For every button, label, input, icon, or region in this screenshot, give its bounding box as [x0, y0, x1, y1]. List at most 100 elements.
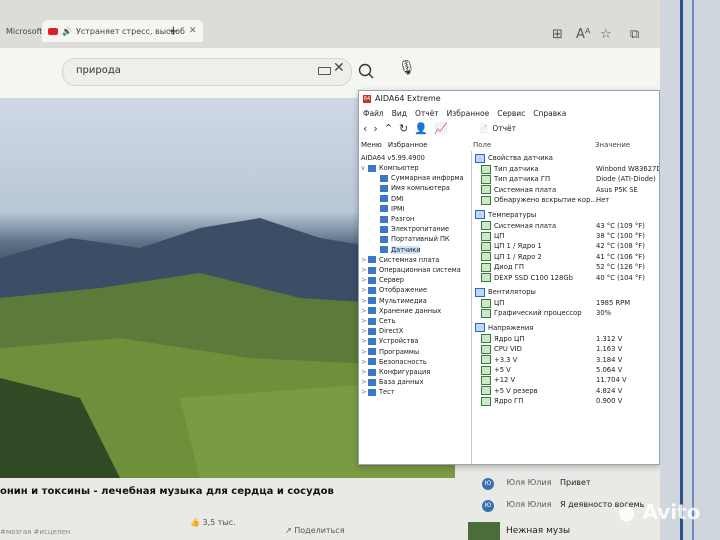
keyboard-icon[interactable] — [318, 67, 331, 75]
column-field[interactable]: Поле — [473, 141, 491, 149]
sensor-row[interactable]: ЦП 1 / Ядро 1 — [481, 241, 542, 251]
tab-favorites[interactable]: Избранное — [388, 141, 428, 149]
expand-icon[interactable]: > — [361, 306, 368, 316]
tree-item[interactable]: Суммарная информа — [373, 173, 464, 183]
like-button[interactable]: 👍 3,5 тыс. — [190, 518, 236, 527]
menu-file[interactable]: Файл — [363, 109, 384, 118]
menu-service[interactable]: Сервис — [497, 109, 525, 118]
tree-item[interactable]: > Мультимедиа — [361, 296, 427, 306]
section-header[interactable]: Вентиляторы — [475, 287, 536, 297]
tree-item[interactable]: > Отображение — [361, 285, 427, 295]
user-icon[interactable]: 👤 — [414, 122, 428, 135]
favorite-icon[interactable]: ☆ — [600, 27, 612, 42]
sensor-row[interactable]: Тип датчика ГП — [481, 174, 550, 184]
sensor-row[interactable]: ЦП — [481, 231, 504, 241]
menu-favorites[interactable]: Избранное — [447, 109, 490, 118]
sensor-row[interactable]: DEXP SSD C100 128Gb — [481, 273, 573, 283]
tree-root[interactable]: AIDA64 v5.99.4900 — [361, 153, 425, 163]
section-header[interactable]: Напряжения — [475, 323, 533, 333]
tree-item[interactable]: Имя компьютера — [373, 183, 450, 193]
microphone-icon[interactable]: 🎙 — [398, 60, 416, 76]
expand-icon[interactable]: > — [361, 367, 368, 377]
tree-item[interactable]: IPMI — [373, 204, 405, 214]
sensor-row[interactable]: Системная плата — [481, 185, 556, 195]
tree-item[interactable]: > Операционная система — [361, 265, 461, 275]
expand-icon[interactable]: > — [361, 285, 368, 295]
hashtags[interactable]: #мозгая #исцелен — [0, 528, 70, 536]
tree-item[interactable]: > DirectX — [361, 326, 403, 336]
tree-item[interactable]: > Безопасность — [361, 357, 427, 367]
tree-item[interactable]: > Устройства — [361, 336, 418, 346]
tree-item-label: Безопасность — [379, 357, 427, 366]
expand-icon[interactable]: > — [361, 357, 368, 367]
section-header[interactable]: Свойства датчика — [475, 153, 553, 163]
tree-item[interactable]: > Системная плата — [361, 255, 439, 265]
tab-menu[interactable]: Меню — [361, 141, 382, 149]
tree-item[interactable]: > Сеть — [361, 316, 395, 326]
sensor-row[interactable]: ЦП 1 / Ядро 2 — [481, 252, 542, 262]
tree-item[interactable]: > Сервер — [361, 275, 404, 285]
report-button[interactable]: 📄 Отчёт — [479, 124, 516, 133]
sensor-row[interactable]: +5 V — [481, 365, 511, 375]
sensor-row[interactable]: Обнаружено вскрытие кор... — [481, 195, 597, 205]
sensor-row[interactable]: Тип датчика — [481, 164, 539, 174]
tree-item[interactable]: DMI — [373, 194, 404, 204]
search-icon[interactable] — [352, 58, 380, 84]
expand-icon[interactable]: > — [361, 377, 368, 387]
new-tab-button[interactable]: + — [162, 20, 185, 42]
tree-item[interactable]: > Программы — [361, 347, 419, 357]
share-button[interactable]: ↗ Поделиться — [285, 526, 345, 535]
clear-search-icon[interactable]: ✕ — [333, 60, 345, 76]
menu-help[interactable]: Справка — [533, 109, 566, 118]
expand-icon[interactable]: > — [361, 265, 368, 275]
tree-item[interactable]: Разгон — [373, 214, 414, 224]
column-value[interactable]: Значение — [595, 141, 630, 149]
sensor-row[interactable]: Системная плата — [481, 221, 556, 231]
close-icon[interactable]: ✕ — [189, 26, 197, 36]
sensor-icon — [481, 396, 491, 406]
menu-view[interactable]: Вид — [392, 109, 407, 118]
sensor-row[interactable]: +12 V — [481, 375, 515, 385]
forward-icon[interactable]: › — [373, 122, 377, 135]
next-video-thumbnail[interactable] — [468, 522, 500, 540]
sensor-row[interactable]: Ядро ГП — [481, 396, 523, 406]
expand-icon[interactable]: v — [361, 163, 368, 173]
expand-icon[interactable]: > — [361, 275, 368, 285]
sensor-row[interactable]: Ядро ЦП — [481, 334, 524, 344]
sensor-row[interactable]: CPU VID — [481, 344, 522, 354]
tree-item[interactable]: > Конфигурация — [361, 367, 430, 377]
tree-item[interactable]: > База данных — [361, 377, 424, 387]
sensor-row[interactable]: ЦП — [481, 298, 504, 308]
expand-icon[interactable]: > — [361, 255, 368, 265]
section-header[interactable]: Температуры — [475, 210, 536, 220]
sensor-row[interactable]: Диод ГП — [481, 262, 524, 272]
grid-icon[interactable]: ⊞ — [552, 27, 563, 42]
window-titlebar[interactable]: 64 AIDA64 Extreme — [359, 91, 659, 106]
menu-report[interactable]: Отчёт — [415, 109, 439, 118]
tree-item[interactable]: Датчики — [373, 245, 421, 255]
refresh-icon[interactable]: ↻ — [399, 122, 408, 135]
expand-icon[interactable]: > — [361, 296, 368, 306]
video-title[interactable]: онин и токсины - лечебная музыка для сер… — [0, 486, 334, 497]
sensor-row[interactable]: +5 V резерв — [481, 386, 538, 396]
read-aloud-icon[interactable]: Aᴬ — [576, 27, 591, 42]
next-video-title[interactable]: Нежная музы — [506, 526, 570, 536]
sensor-row[interactable]: +3.3 V — [481, 355, 517, 365]
expand-icon[interactable]: > — [361, 336, 368, 346]
expand-icon[interactable]: > — [361, 347, 368, 357]
expand-icon[interactable]: > — [361, 316, 368, 326]
expand-icon[interactable]: > — [361, 326, 368, 336]
chart-icon[interactable]: 📈 — [434, 122, 448, 135]
tree-item[interactable]: > Тест — [361, 387, 395, 397]
tree-item[interactable]: Электропитание — [373, 224, 449, 234]
split-screen-icon[interactable]: ⧉ — [630, 27, 639, 42]
tree-item[interactable]: Портативный ПК — [373, 234, 450, 244]
tree-item[interactable]: v Компьютер — [361, 163, 419, 173]
expand-icon[interactable]: > — [361, 387, 368, 397]
back-icon[interactable]: ‹ — [363, 122, 367, 135]
sensor-row[interactable]: Графический процессор — [481, 308, 582, 318]
sensor-value: 4.824 V — [596, 386, 623, 395]
sensor-field: Системная плата — [494, 185, 557, 194]
tree-item[interactable]: > Хранение данных — [361, 306, 441, 316]
up-icon[interactable]: ⌃ — [384, 122, 393, 135]
